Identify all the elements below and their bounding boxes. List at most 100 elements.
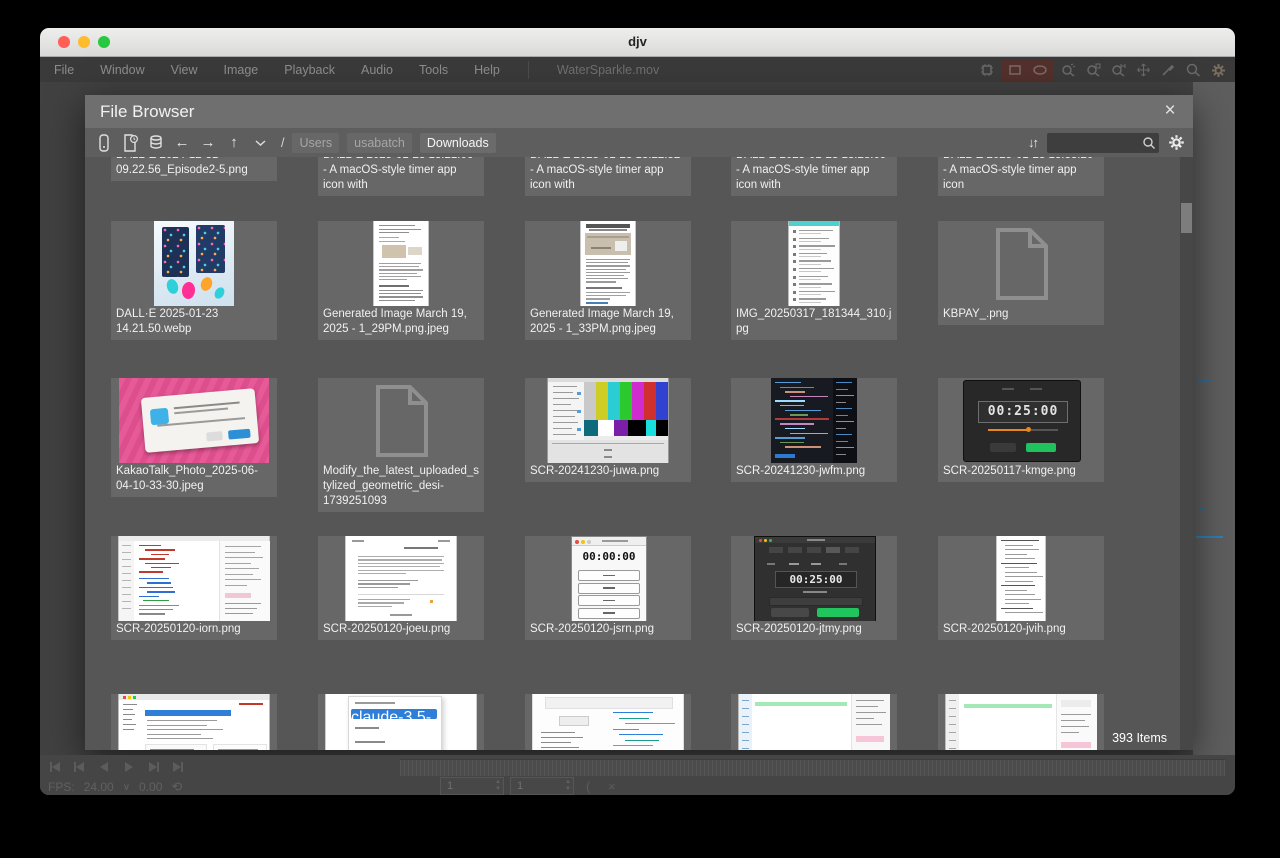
file-thumbnail [525, 694, 691, 750]
file-label: SCR-20250120-iorn.png [116, 623, 241, 635]
file-tile[interactable]: DALL·E 2024-12-31 09.22.56_Episode2-5.pn… [111, 157, 277, 181]
file-tile[interactable]: SCR-20241230-jwfm.png [731, 378, 897, 482]
app-window: djv File Window View Image Playback Audio Tool… [40, 28, 1235, 795]
next-frame-icon[interactable] [144, 759, 161, 774]
menu-item-file[interactable]: File [54, 63, 74, 77]
menu-item-image[interactable]: Image [224, 63, 259, 77]
path-root[interactable]: / [281, 136, 284, 150]
path-segment-usabatch[interactable]: usabatch [347, 132, 412, 153]
file-tile[interactable]: DALL·E 2025-01-23 13.21.06 - A macOS-sty… [318, 157, 484, 196]
file-tile[interactable]: DALL·E 2025-01-23 13.22.52 - A macOS-sty… [525, 157, 691, 196]
file-tile[interactable]: 00:00:00 SCR-20250120-jsrn.png [525, 536, 691, 640]
file-thumbnail [525, 378, 691, 463]
file-label: DALL·E 2025-01-23 13.33.20 - A macOS-sty… [943, 157, 1093, 191]
titlebar[interactable]: djv [40, 28, 1235, 57]
document-tab[interactable]: WaterSparkle.mov [557, 63, 659, 77]
settings-icon[interactable] [1207, 60, 1229, 80]
search-icon [1143, 136, 1155, 149]
rect-select-icon[interactable] [1004, 60, 1026, 80]
file-tile[interactable]: DALL·E 2025-01-23 13.28.09 - A macOS-sty… [731, 157, 897, 196]
gear-icon[interactable] [1167, 132, 1185, 154]
menu-item-view[interactable]: View [171, 63, 198, 77]
file-tile[interactable]: 00:25:00 SCR-20250117-kmge.png [938, 378, 1104, 482]
magnify-icon[interactable] [1182, 60, 1204, 80]
forward-icon[interactable]: → [199, 132, 217, 154]
loop-icon[interactable]: ⟲ [171, 779, 182, 795]
file-thumbnail [111, 378, 277, 463]
path-segment-downloads[interactable]: Downloads [419, 132, 496, 153]
skip-end-icon[interactable] [168, 759, 185, 774]
window-title: djv [628, 34, 647, 49]
file-thumbnail [938, 536, 1104, 621]
file-tile[interactable]: SCR-20250120-joeu.png [318, 536, 484, 640]
file-label: SCR-20241230-juwa.png [530, 465, 660, 477]
search-box [1047, 132, 1159, 153]
fps-dropdown-icon[interactable]: ∨ [123, 782, 130, 793]
desktop-background: djv File Window View Image Playback Audio Tool… [0, 0, 1280, 858]
zoom-in-icon[interactable] [1057, 60, 1079, 80]
shortcuts-icon[interactable] [147, 132, 165, 154]
file-tile[interactable]: IMG_20250317_181344_310.jpg [731, 221, 897, 340]
zoom-reset-icon[interactable] [1107, 60, 1129, 80]
scrollbar-thumb[interactable] [1181, 203, 1192, 233]
sort-icon[interactable]: ↓↑ [1028, 135, 1039, 150]
prev-frame-icon[interactable] [72, 759, 89, 774]
timeline-scrubber[interactable] [400, 759, 1225, 776]
close-icon[interactable]: × [1157, 95, 1183, 128]
frame-spinbox[interactable]: 1 ▲ ▼ [440, 777, 504, 795]
chevron-down-icon[interactable] [251, 132, 269, 154]
file-tile[interactable]: SCR-20250120-iorn.png [111, 536, 277, 640]
file-thumbnail [938, 694, 1104, 750]
in-point-spinbox[interactable]: 1 ▲ ▼ [510, 777, 574, 795]
color-picker-icon[interactable] [1157, 60, 1179, 80]
file-tile[interactable]: DALL·E 2025-01-23 14.21.50.webp [111, 221, 277, 340]
menu-item-tools[interactable]: Tools [419, 63, 448, 77]
file-tile[interactable] [525, 694, 691, 750]
file-thumbnail [111, 694, 277, 750]
memory-icon[interactable] [976, 60, 998, 80]
zoom-out-icon[interactable] [1082, 60, 1104, 80]
file-tile[interactable]: claude-3.5-sonnet [318, 694, 484, 750]
file-tile[interactable]: Modify_the_latest_uploaded_stylized_geom… [318, 378, 484, 512]
file-label: Generated Image March 19, 2025 - 1_33PM.… [530, 308, 674, 335]
pan-icon[interactable] [1132, 60, 1154, 80]
back-icon[interactable]: ← [173, 132, 191, 154]
dialog-title: File Browser [100, 102, 195, 121]
play-icon[interactable] [120, 759, 137, 774]
scrollbar-track[interactable] [1180, 157, 1193, 750]
file-tile[interactable] [938, 694, 1104, 750]
drives-icon[interactable] [95, 132, 113, 154]
file-label: SCR-20250120-joeu.png [323, 623, 451, 635]
menu-item-help[interactable]: Help [474, 63, 500, 77]
path-segment-users[interactable]: Users [292, 132, 340, 153]
clear-icon[interactable]: × [608, 779, 616, 794]
file-tile[interactable]: 00:25:00 SCR-20250120-jtmy.png [731, 536, 897, 640]
file-tile[interactable]: SCR-20241230-juwa.png [525, 378, 691, 482]
menu-item-audio[interactable]: Audio [361, 63, 393, 77]
file-tile[interactable]: SCR-20250120-jvih.png [938, 536, 1104, 640]
search-input[interactable] [1051, 133, 1141, 153]
file-label: KakaoTalk_Photo_2025-06-04-10-33-30.jpeg [116, 465, 258, 492]
up-icon[interactable]: ↑ [225, 132, 243, 154]
menu-divider [527, 61, 529, 79]
skip-start-icon[interactable] [48, 759, 65, 774]
file-tile[interactable]: KakaoTalk_Photo_2025-06-04-10-33-30.jpeg [111, 378, 277, 497]
fps-label: FPS: [48, 780, 75, 794]
ellipse-select-icon[interactable] [1029, 60, 1051, 80]
items-count: 393 Items [1112, 731, 1167, 745]
file-tile[interactable]: Generated Image March 19, 2025 - 1_29PM.… [318, 221, 484, 340]
frame-lock-icon[interactable]: ( [586, 779, 590, 794]
file-thumbnail: claude-3.5-sonnet [318, 694, 484, 750]
file-tile[interactable]: DALL·E 2025-01-23 13.33.20 - A macOS-sty… [938, 157, 1104, 196]
fps-value[interactable]: 24.00 [84, 780, 114, 794]
recent-paths-icon[interactable] [121, 132, 139, 154]
menu-item-window[interactable]: Window [100, 63, 144, 77]
file-label: IMG_20250317_181344_310.jpg [736, 308, 892, 335]
file-tile[interactable]: Generated Image March 19, 2025 - 1_33PM.… [525, 221, 691, 340]
file-tile[interactable] [111, 694, 277, 750]
file-tile[interactable]: KBPAY_.png [938, 221, 1104, 325]
file-browser-dialog: File Browser × ← → ↑ / Users usabatch Download… [85, 95, 1193, 750]
reverse-play-icon[interactable] [96, 759, 113, 774]
menu-item-playback[interactable]: Playback [284, 63, 335, 77]
file-tile[interactable] [731, 694, 897, 750]
